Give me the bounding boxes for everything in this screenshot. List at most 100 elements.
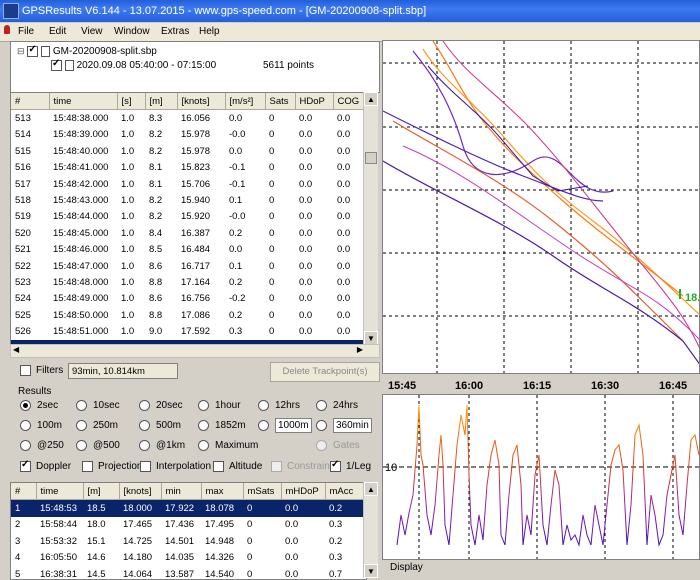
collapse-icon[interactable]: ⊟ [17,46,25,56]
option-at500[interactable]: @500 [76,440,120,451]
check-doppler[interactable]: Doppler [20,459,71,472]
radio-icon[interactable] [258,419,269,431]
trackpoint-row[interactable]: 525 15:48:50.000 1.0 8.8 17.086 0.2 0 0.0 0.0 [11,307,366,323]
scroll-up-icon[interactable]: ▲ [364,482,378,496]
column-header[interactable]: [knots] [177,93,226,111]
column-header[interactable]: [m/s²] [225,93,266,111]
radio-icon[interactable] [20,440,31,451]
result-row[interactable]: 3 15:53:32 15.1 14.725 14.501 14.948 0 0.0 0.2 [11,533,366,549]
trackpoint-row[interactable]: 516 15:48:41.000 1.0 8.1 15.823 -0.1 0 0.0 0.0 [11,160,366,176]
checkbox-icon[interactable] [213,461,224,472]
option-maximum[interactable]: Maximum [198,440,258,451]
menu-extras[interactable]: Extras [161,26,189,37]
tree-session-row[interactable]: 2020.09.08 05:40:00 - 07:15:00 5611 poin… [51,58,314,71]
radio-icon[interactable] [139,440,150,451]
column-header[interactable]: HDoP [295,93,334,111]
menu-view[interactable]: View [81,26,103,37]
checkbox-icon[interactable] [330,459,341,472]
check-interpolation[interactable]: Interpolation [140,461,211,472]
trackpoints-scrollbar[interactable]: ▲ ▼ [363,92,378,345]
option-360min[interactable]: 360min [316,418,372,433]
scroll-right-icon[interactable]: ▶ [357,345,363,354]
option-1hour[interactable]: 1hour [198,400,241,411]
distance-input[interactable]: 1000m [275,418,312,433]
trackpoint-row[interactable]: 521 15:48:46.000 1.0 8.5 16.484 0.0 0 0.0 0.0 [11,242,366,258]
speed-plot[interactable]: 10 [382,394,700,560]
session-checkbox[interactable] [51,58,62,71]
trackpoint-row[interactable]: 523 15:48:48.000 1.0 8.8 17.164 0.2 0 0.0 0.0 [11,274,366,290]
option-20sec[interactable]: 20sec [139,400,183,411]
menu-help[interactable]: Help [199,26,220,37]
radio-icon[interactable] [139,420,150,431]
column-header[interactable]: [m] [83,483,120,501]
option-100m[interactable]: 100m [20,420,62,431]
column-header[interactable]: [m] [145,93,178,111]
option-250m[interactable]: 250m [76,420,118,431]
radio-icon[interactable] [76,440,87,451]
scroll-thumb[interactable] [365,152,377,164]
radio-icon[interactable] [198,400,209,411]
checkbox-icon[interactable] [140,461,151,472]
trackpoint-row[interactable]: 518 15:48:43.000 1.0 8.2 15.940 0.1 0 0.0 0.0 [11,192,366,208]
column-header[interactable]: time [36,483,84,501]
radio-icon[interactable] [316,419,327,431]
result-row[interactable]: 1 15:48:53 18.5 18.000 17.922 18.078 0 0.0 0.2 [11,499,366,517]
menu-file[interactable]: File [18,26,34,37]
checkbox-icon[interactable] [82,461,93,472]
trackpoint-row[interactable]: 524 15:48:49.000 1.0 8.6 16.756 -0.2 0 0.0 0.0 [11,291,366,307]
trackpoint-row[interactable]: 513 15:48:38.000 1.0 8.3 16.056 0.0 0 0.0 0.0 [11,110,366,127]
duration-input[interactable]: 360min [333,418,372,433]
trackpoint-row[interactable]: 517 15:48:42.000 1.0 8.1 15.706 -0.1 0 0.0 0.0 [11,176,366,192]
option-2sec[interactable]: 2sec [20,400,58,411]
trackpoint-row[interactable]: 519 15:48:44.000 1.0 8.2 15.920 -0.0 0 0.0 0.0 [11,209,366,225]
trackpoint-row[interactable]: 526 15:48:51.000 1.0 9.0 17.592 0.3 0 0.0 0.0 [11,323,366,339]
column-header[interactable]: mSats [243,483,282,501]
track-map-svg[interactable]: 18. [383,41,700,374]
check-projection[interactable]: Projection [82,461,142,472]
delete-trackpoints-button[interactable]: Delete Trackpoint(s) [270,362,380,382]
option-24hrs[interactable]: 24hrs [316,400,358,411]
check-1-leg[interactable]: 1/Leg [330,459,371,472]
column-header[interactable]: min [161,483,202,501]
option-10sec[interactable]: 10sec [76,400,120,411]
track-map[interactable]: 18. [382,40,700,374]
radio-icon[interactable] [76,420,87,431]
scroll-up-icon[interactable]: ▲ [364,92,378,106]
column-header[interactable]: time [49,93,118,111]
option-1852m[interactable]: 1852m [198,420,246,431]
option-1000m[interactable]: 1000m [258,418,312,433]
column-header[interactable]: # [11,93,50,111]
option-at250[interactable]: @250 [20,440,64,451]
option-500m[interactable]: 500m [139,420,181,431]
radio-icon[interactable] [20,420,31,431]
tree-file-row[interactable]: ⊟ GM-20200908-split.sbp [17,44,157,57]
option-at1km[interactable]: @1km [139,440,185,451]
trackpoint-row[interactable]: 515 15:48:40.000 1.0 8.2 15.978 0.0 0 0.0 0.0 [11,143,366,159]
pin-icon[interactable] [4,25,10,34]
result-row[interactable]: 4 16:05:50 14.6 14.180 14.035 14.326 0 0.0 0.3 [11,550,366,566]
file-checkbox[interactable] [27,44,39,57]
menu-window[interactable]: Window [114,26,150,37]
column-header[interactable]: mHDoP [281,483,326,501]
column-header[interactable]: COG [333,93,366,111]
trackpoints-hscrollbar[interactable]: ◀ ▶ [10,344,380,358]
radio-icon[interactable] [198,420,209,431]
column-header[interactable]: # [11,483,37,501]
column-header[interactable]: max [201,483,244,501]
column-header[interactable]: mAcc [325,483,366,501]
check-altitude[interactable]: Altitude [213,461,262,472]
radio-icon[interactable] [20,400,31,411]
scroll-down-icon[interactable]: ▼ [364,331,378,345]
column-header[interactable]: [knots] [119,483,162,501]
result-row[interactable]: 2 15:58:44 18.0 17.465 17.436 17.495 0 0.0 0.3 [11,517,366,533]
checkbox-icon[interactable] [20,459,31,472]
trackpoint-row[interactable]: 520 15:48:45.000 1.0 8.4 16.387 0.2 0 0.0 0.0 [11,225,366,241]
radio-icon[interactable] [198,440,209,451]
option-12hrs[interactable]: 12hrs [258,400,300,411]
scroll-left-icon[interactable]: ◀ [13,345,19,354]
column-header[interactable]: Sats [265,93,296,111]
filters-checkbox[interactable] [20,365,31,376]
scroll-down-icon[interactable]: ▼ [364,564,378,578]
speed-plot-svg[interactable]: 10 [383,395,700,560]
radio-icon[interactable] [316,400,327,411]
